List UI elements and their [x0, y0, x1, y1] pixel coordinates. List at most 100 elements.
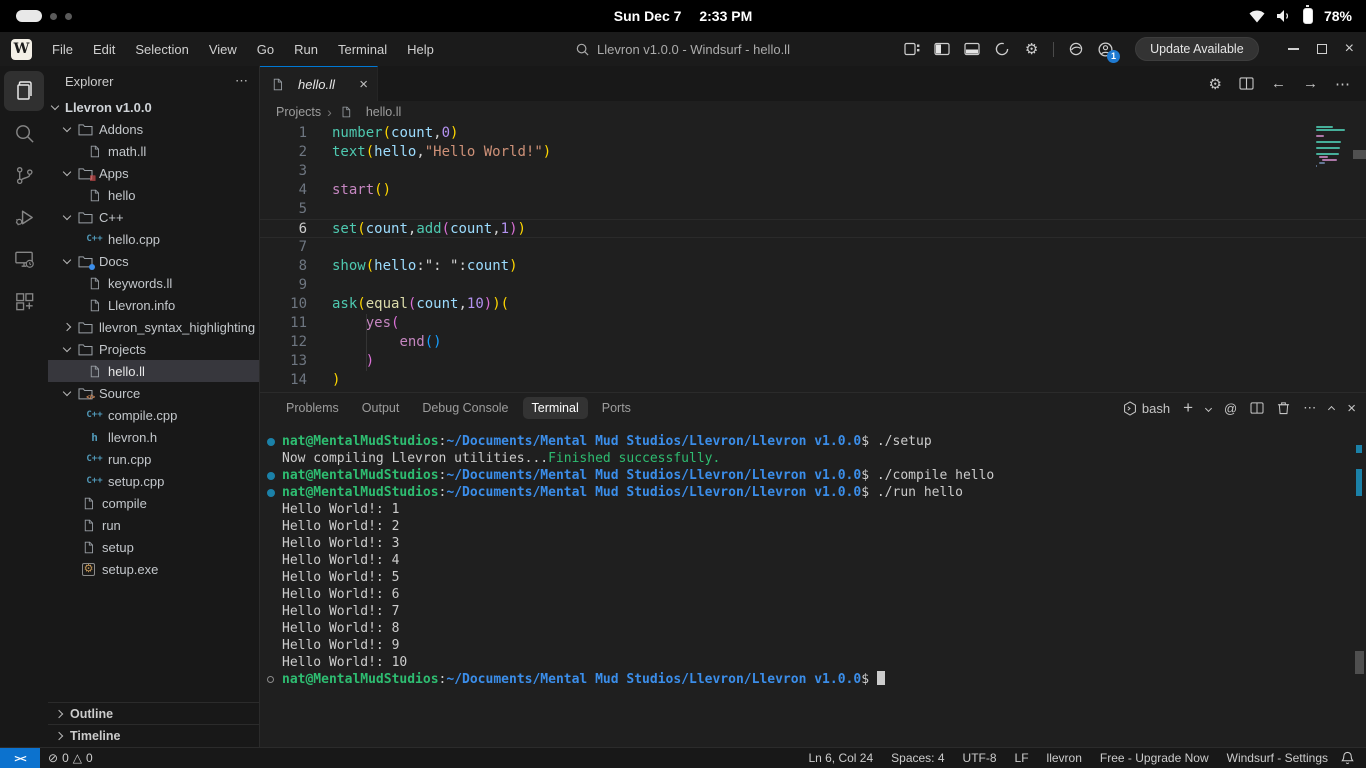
- cascade-icon[interactable]: [993, 41, 1010, 58]
- tree-item-compile-cpp[interactable]: C++compile.cpp: [48, 404, 259, 426]
- close-button[interactable]: ×: [1345, 44, 1354, 54]
- code-line-7[interactable]: 7: [260, 238, 1366, 257]
- maximize-panel-icon[interactable]: [1328, 406, 1335, 413]
- code-line-8[interactable]: 8show(hello:": ":count): [260, 257, 1366, 276]
- tree-item-llevron-info[interactable]: Llevron.info: [48, 294, 259, 316]
- tab-hello-ll[interactable]: hello.ll ×: [260, 66, 378, 101]
- menu-item-run[interactable]: Run: [284, 42, 328, 57]
- code-line-5[interactable]: 5: [260, 200, 1366, 219]
- code-line-10[interactable]: 10ask(equal(count,10))(: [260, 295, 1366, 314]
- tree-item-source[interactable]: </>Source: [48, 382, 259, 404]
- panel-tab-ports[interactable]: Ports: [593, 397, 640, 419]
- sidebar-section-outline[interactable]: Outline: [48, 703, 259, 725]
- problems-status[interactable]: ⊘ 0 △ 0: [40, 751, 101, 765]
- breadcrumb-folder[interactable]: Projects: [276, 105, 321, 119]
- tree-item-run[interactable]: run: [48, 514, 259, 536]
- status-item-lf[interactable]: LF: [1006, 751, 1038, 765]
- panel-tab-terminal[interactable]: Terminal: [523, 397, 588, 419]
- command-decoration-filled[interactable]: [267, 438, 275, 446]
- status-item-llevron[interactable]: llevron: [1038, 751, 1091, 765]
- bell-icon[interactable]: [1337, 751, 1366, 765]
- split-terminal-icon[interactable]: [1250, 402, 1264, 414]
- tree-item-keywords-ll[interactable]: keywords.ll: [48, 272, 259, 294]
- status-item-windsurf-settings[interactable]: Windsurf - Settings: [1218, 751, 1337, 765]
- terminal-profile-chevron-icon[interactable]: [1205, 404, 1212, 411]
- status-item-utf-8[interactable]: UTF-8: [954, 751, 1006, 765]
- attach-context-icon[interactable]: @: [1224, 401, 1237, 416]
- activity-item-search[interactable]: [4, 113, 44, 153]
- tree-item-llevron-syntax-highlighting[interactable]: llevron_syntax_highlighting: [48, 316, 259, 338]
- code-editor[interactable]: 1number(count,0)2text(hello,"Hello World…: [260, 122, 1366, 392]
- code-line-1[interactable]: 1number(count,0): [260, 124, 1366, 143]
- tree-item-setup-exe[interactable]: ⚙setup.exe: [48, 558, 259, 580]
- tree-item-apps[interactable]: ▦Apps: [48, 162, 259, 184]
- tree-item-run-cpp[interactable]: C++run.cpp: [48, 448, 259, 470]
- terminal-output[interactable]: nat@MentalMudStudios:~/Documents/Mental …: [260, 423, 1366, 747]
- tree-item-docs[interactable]: Docs: [48, 250, 259, 272]
- terminal-instance[interactable]: bash: [1123, 401, 1170, 416]
- kill-terminal-icon[interactable]: [1277, 401, 1290, 415]
- status-item-spaces-4[interactable]: Spaces: 4: [882, 751, 953, 765]
- panel-tab-output[interactable]: Output: [353, 397, 409, 419]
- close-panel-icon[interactable]: ×: [1347, 400, 1356, 417]
- tree-item-c[interactable]: C++: [48, 206, 259, 228]
- activity-item-run-debug[interactable]: [4, 197, 44, 237]
- tree-item-hello-ll[interactable]: hello.ll: [48, 360, 259, 382]
- tree-item-hello[interactable]: hello: [48, 184, 259, 206]
- tree-item-projects[interactable]: Projects: [48, 338, 259, 360]
- tree-item-math-ll[interactable]: math.ll: [48, 140, 259, 162]
- sidebar-more-actions-icon[interactable]: ⋯: [235, 73, 249, 89]
- tree-item-addons[interactable]: Addons: [48, 118, 259, 140]
- command-decoration-filled[interactable]: [267, 489, 275, 497]
- toggle-panel-icon[interactable]: [963, 41, 980, 58]
- sidebar-section-timeline[interactable]: Timeline: [48, 725, 259, 747]
- editor-more-actions-icon[interactable]: ⋯: [1335, 75, 1350, 93]
- system-clock[interactable]: Sun Dec 7 2:33 PM: [0, 8, 1366, 24]
- code-line-3[interactable]: 3: [260, 162, 1366, 181]
- menu-item-go[interactable]: Go: [247, 42, 284, 57]
- sync-swoosh-icon[interactable]: [1067, 41, 1084, 58]
- tree-item-llevron-h[interactable]: hllevron.h: [48, 426, 259, 448]
- menu-item-file[interactable]: File: [42, 42, 83, 57]
- tab-close-icon[interactable]: ×: [359, 76, 368, 93]
- status-item-ln-6-col-24[interactable]: Ln 6, Col 24: [799, 751, 882, 765]
- menu-item-help[interactable]: Help: [397, 42, 444, 57]
- breadcrumb-file[interactable]: hello.ll: [366, 105, 401, 119]
- maximize-button[interactable]: [1317, 44, 1327, 54]
- code-line-11[interactable]: 11 yes(: [260, 314, 1366, 333]
- menu-item-view[interactable]: View: [199, 42, 247, 57]
- status-item-free-upgrade-now[interactable]: Free - Upgrade Now: [1091, 751, 1218, 765]
- activity-item-remote-explorer[interactable]: [4, 239, 44, 279]
- command-decoration-filled[interactable]: [267, 472, 275, 480]
- customize-layout-icon[interactable]: [903, 41, 920, 58]
- tree-item-hello-cpp[interactable]: C++hello.cpp: [48, 228, 259, 250]
- command-decoration-hollow[interactable]: [267, 676, 274, 683]
- code-line-2[interactable]: 2text(hello,"Hello World!"): [260, 143, 1366, 162]
- panel-more-actions-icon[interactable]: ⋯: [1303, 400, 1316, 416]
- menu-item-edit[interactable]: Edit: [83, 42, 125, 57]
- tree-item-compile[interactable]: compile: [48, 492, 259, 514]
- code-line-9[interactable]: 9: [260, 276, 1366, 295]
- command-center[interactable]: Llevron v1.0.0 - Windsurf - hello.ll: [564, 39, 802, 60]
- windsurf-logo[interactable]: W: [11, 39, 32, 60]
- activity-item-explorer[interactable]: [4, 71, 44, 111]
- menu-item-terminal[interactable]: Terminal: [328, 42, 397, 57]
- remote-indicator[interactable]: ><: [0, 748, 40, 768]
- update-available-button[interactable]: Update Available: [1135, 37, 1259, 61]
- code-line-12[interactable]: 12 end(): [260, 333, 1366, 352]
- new-terminal-icon[interactable]: +: [1183, 398, 1193, 418]
- code-line-6[interactable]: 6set(count,add(count,1)): [260, 219, 1366, 238]
- activity-item-extensions[interactable]: [4, 281, 44, 321]
- code-line-13[interactable]: 13 ): [260, 352, 1366, 371]
- toggle-sidebar-icon[interactable]: [933, 41, 950, 58]
- tree-item-root[interactable]: Llevron v1.0.0: [48, 96, 259, 118]
- minimize-button[interactable]: [1288, 48, 1299, 50]
- settings-gear-icon[interactable]: ⚙: [1023, 41, 1040, 58]
- menu-item-selection[interactable]: Selection: [125, 42, 198, 57]
- navigate-back-icon[interactable]: ←: [1271, 75, 1286, 92]
- navigate-forward-icon[interactable]: →: [1303, 75, 1318, 92]
- tree-item-setup[interactable]: setup: [48, 536, 259, 558]
- split-editor-icon[interactable]: [1239, 77, 1254, 90]
- panel-tab-problems[interactable]: Problems: [277, 397, 348, 419]
- tree-item-setup-cpp[interactable]: C++setup.cpp: [48, 470, 259, 492]
